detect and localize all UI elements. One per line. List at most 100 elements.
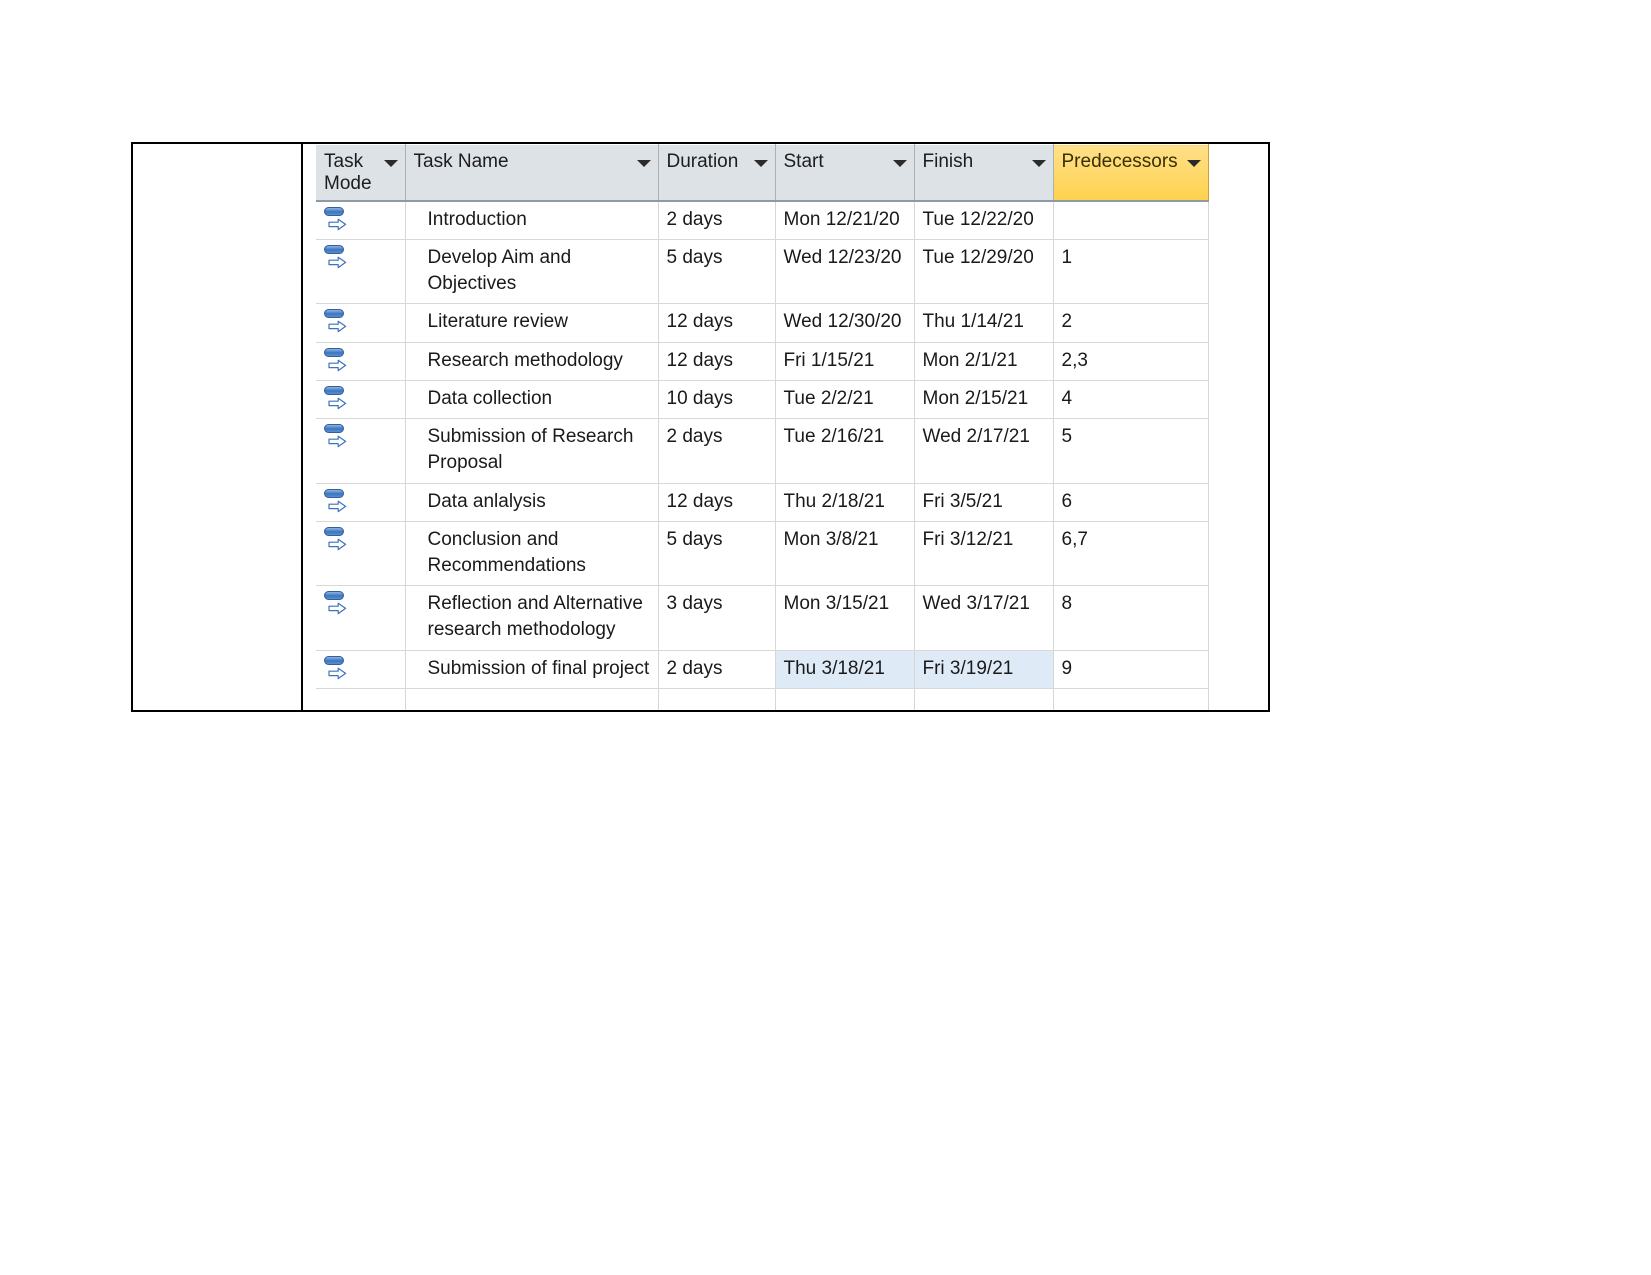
cell-duration[interactable]: 3 days xyxy=(658,585,776,651)
cell-predecessors[interactable]: 1 xyxy=(1053,239,1209,305)
cell-predecessors-text: 2,3 xyxy=(1061,349,1088,371)
table-row[interactable]: Research methodology 12 days Fri 1/15/21 Mo… xyxy=(316,342,1209,381)
cell-finish[interactable]: Thu 1/14/21 xyxy=(914,303,1054,343)
cell-finish[interactable]: Wed 2/17/21 xyxy=(914,418,1054,484)
chevron-down-icon[interactable] xyxy=(636,160,651,167)
cell-start[interactable]: Wed 12/23/20 xyxy=(775,239,915,305)
cell-duration[interactable]: 2 days xyxy=(658,200,776,241)
column-header-task-mode[interactable]: Task Mode xyxy=(316,144,406,202)
auto-scheduled-icon xyxy=(324,308,350,335)
cell-predecessors[interactable]: 8 xyxy=(1053,585,1209,651)
cell-empty[interactable] xyxy=(405,688,659,710)
cell-start[interactable]: Mon 12/21/20 xyxy=(775,200,915,241)
table-row[interactable]: Submission of final project 2 days Thu 3/1… xyxy=(316,650,1209,689)
cell-empty[interactable] xyxy=(775,688,915,710)
cell-duration[interactable]: 5 days xyxy=(658,521,776,587)
auto-scheduled-icon xyxy=(324,206,350,233)
cell-duration[interactable]: 12 days xyxy=(658,303,776,343)
cell-task-name[interactable]: Data anlalysis xyxy=(405,483,659,522)
cell-predecessors[interactable]: 6,7 xyxy=(1053,521,1209,587)
column-header-predecessors[interactable]: Predecessors xyxy=(1053,144,1209,202)
cell-duration[interactable]: 2 days xyxy=(658,650,776,689)
cell-duration[interactable]: 10 days xyxy=(658,380,776,420)
cell-task-mode[interactable] xyxy=(316,483,406,522)
cell-predecessors[interactable]: 9 xyxy=(1053,650,1209,689)
cell-task-name[interactable]: Introduction xyxy=(405,200,659,241)
cell-task-mode[interactable] xyxy=(316,418,406,484)
cell-empty[interactable] xyxy=(914,688,1054,710)
column-header-finish[interactable]: Finish xyxy=(914,144,1054,202)
table-row[interactable]: Develop Aim and Objectives 5 days Wed 12/2… xyxy=(316,239,1209,305)
auto-scheduled-icon xyxy=(324,655,350,682)
cell-task-mode[interactable] xyxy=(316,303,406,343)
cell-empty[interactable] xyxy=(316,688,406,710)
cell-empty[interactable] xyxy=(658,688,776,710)
table-row[interactable]: Conclusion and Recommendations 5 days Mon … xyxy=(316,521,1209,587)
cell-finish-text: Fri 3/12/21 xyxy=(922,528,1014,550)
chevron-down-icon[interactable] xyxy=(1186,160,1201,167)
cell-finish[interactable]: Tue 12/22/20 xyxy=(914,200,1054,241)
table-row[interactable]: Literature review 12 days Wed 12/30/20 Thu … xyxy=(316,303,1209,343)
cell-start[interactable]: Mon 3/15/21 xyxy=(775,585,915,651)
cell-task-name[interactable]: Data collection xyxy=(405,380,659,420)
cell-finish[interactable]: Mon 2/15/21 xyxy=(914,380,1054,420)
table-row[interactable]: Reflection and Alternative research meth… xyxy=(316,585,1209,651)
cell-empty[interactable] xyxy=(1053,688,1209,710)
cell-start[interactable]: Tue 2/16/21 xyxy=(775,418,915,484)
cell-finish[interactable]: Wed 3/17/21 xyxy=(914,585,1054,651)
cell-start[interactable]: Thu 2/18/21 xyxy=(775,483,915,522)
cell-finish-text: Fri 3/19/21 xyxy=(922,657,1014,679)
cell-duration-text: 12 days xyxy=(666,311,734,333)
cell-task-name[interactable]: Literature review xyxy=(405,303,659,343)
cell-task-mode[interactable] xyxy=(316,239,406,305)
cell-duration[interactable]: 12 days xyxy=(658,342,776,381)
cell-predecessors[interactable]: 5 xyxy=(1053,418,1209,484)
cell-task-name[interactable]: Develop Aim and Objectives xyxy=(405,239,659,305)
chevron-down-icon[interactable] xyxy=(753,160,768,167)
cell-task-mode[interactable] xyxy=(316,650,406,689)
table-row-empty[interactable] xyxy=(316,688,1209,710)
column-header-task-name[interactable]: Task Name xyxy=(405,144,659,202)
table-row[interactable]: Data collection 10 days Tue 2/2/21 Mon 2/15… xyxy=(316,380,1209,420)
cell-task-name[interactable]: Reflection and Alternative research meth… xyxy=(405,585,659,651)
cell-task-mode[interactable] xyxy=(316,342,406,381)
cell-task-name[interactable]: Research methodology xyxy=(405,342,659,381)
cell-start[interactable]: Fri 1/15/21 xyxy=(775,342,915,381)
chevron-down-icon[interactable] xyxy=(1031,160,1046,167)
cell-predecessors[interactable]: 2,3 xyxy=(1053,342,1209,381)
cell-start[interactable]: Tue 2/2/21 xyxy=(775,380,915,420)
cell-finish[interactable]: Fri 3/12/21 xyxy=(914,521,1054,587)
cell-start[interactable]: Wed 12/30/20 xyxy=(775,303,915,343)
cell-predecessors[interactable]: 4 xyxy=(1053,380,1209,420)
column-header-start[interactable]: Start xyxy=(775,144,915,202)
table-row[interactable]: Introduction 2 days Mon 12/21/20 Tue 12/22/… xyxy=(316,200,1209,241)
cell-finish[interactable]: Fri 3/19/21 xyxy=(914,650,1054,689)
cell-predecessors[interactable]: 2 xyxy=(1053,303,1209,343)
cell-task-name[interactable]: Conclusion and Recommendations xyxy=(405,521,659,587)
chevron-down-icon[interactable] xyxy=(383,160,398,167)
table-header: Task Mode Task Name Duration Start Finis… xyxy=(316,144,1209,202)
cell-task-name[interactable]: Submission of final project xyxy=(405,650,659,689)
cell-task-mode[interactable] xyxy=(316,521,406,587)
cell-finish-text: Mon 2/1/21 xyxy=(922,349,1018,371)
table-row[interactable]: Data anlalysis 12 days Thu 2/18/21 Fri 3/5/… xyxy=(316,483,1209,522)
cell-finish[interactable]: Tue 12/29/20 xyxy=(914,239,1054,305)
cell-start[interactable]: Thu 3/18/21 xyxy=(775,650,915,689)
cell-finish[interactable]: Fri 3/5/21 xyxy=(914,483,1054,522)
cell-finish[interactable]: Mon 2/1/21 xyxy=(914,342,1054,381)
auto-scheduled-icon xyxy=(324,488,350,515)
column-header-duration[interactable]: Duration xyxy=(658,144,776,202)
cell-start[interactable]: Mon 3/8/21 xyxy=(775,521,915,587)
cell-duration[interactable]: 5 days xyxy=(658,239,776,305)
cell-task-mode[interactable] xyxy=(316,200,406,241)
cell-predecessors[interactable] xyxy=(1053,200,1209,241)
cell-duration[interactable]: 2 days xyxy=(658,418,776,484)
cell-predecessors[interactable]: 6 xyxy=(1053,483,1209,522)
cell-task-mode[interactable] xyxy=(316,585,406,651)
table-row[interactable]: Submission of Research Proposal 2 days Tue… xyxy=(316,418,1209,484)
cell-task-name[interactable]: Submission of Research Proposal xyxy=(405,418,659,484)
cell-duration[interactable]: 12 days xyxy=(658,483,776,522)
chevron-down-icon[interactable] xyxy=(892,160,907,167)
column-header-label: Duration xyxy=(666,151,739,172)
cell-task-mode[interactable] xyxy=(316,380,406,420)
